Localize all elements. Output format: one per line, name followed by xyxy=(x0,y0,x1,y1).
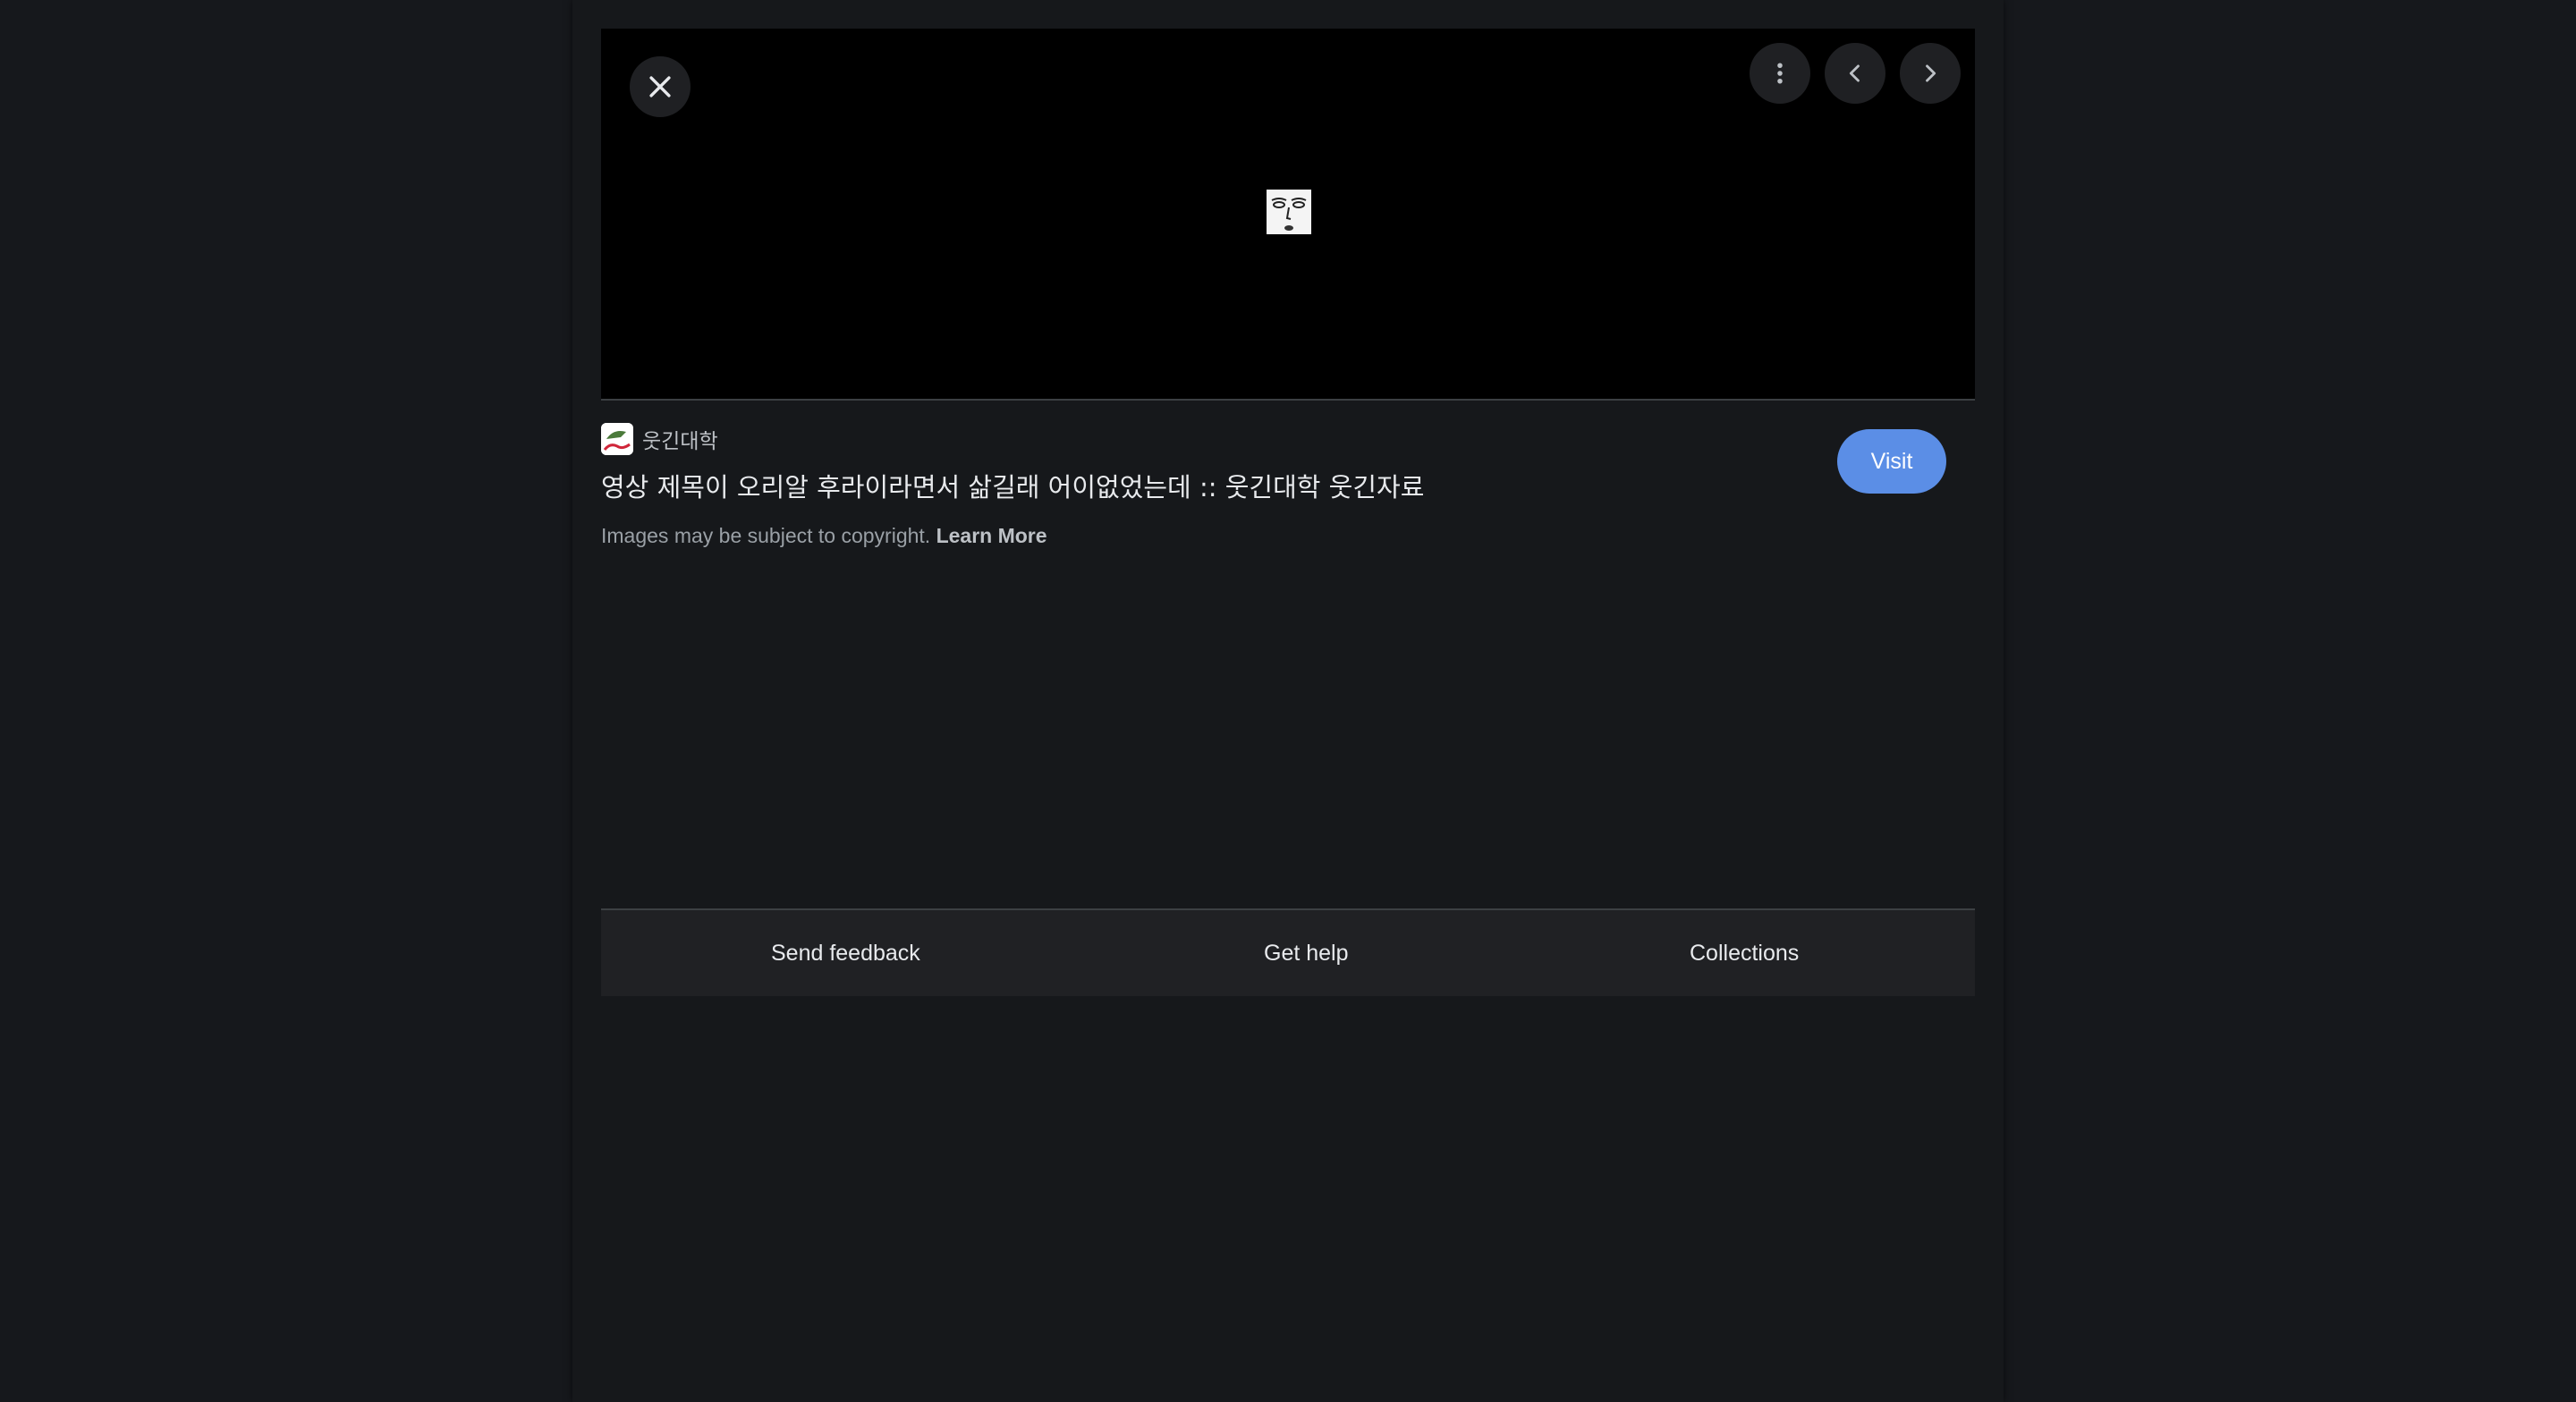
source-row[interactable]: 웃긴대학 xyxy=(601,422,718,456)
more-vert-icon xyxy=(1777,63,1783,84)
learn-more-link[interactable]: Learn More xyxy=(936,524,1047,547)
face-drawing-image xyxy=(1267,190,1311,234)
send-feedback-link[interactable]: Send feedback xyxy=(771,910,920,996)
close-icon xyxy=(649,76,671,97)
site-favicon-icon xyxy=(601,423,633,455)
site-name[interactable]: 웃긴대학 xyxy=(642,424,718,454)
collections-link[interactable]: Collections xyxy=(1690,910,1799,996)
more-options-button[interactable] xyxy=(1750,43,1810,104)
result-title[interactable]: 영상 제목이 오리알 후라이라면서 삶길래 어이없었는데 :: 웃긴대학 웃긴자… xyxy=(601,467,1424,504)
footer-bar: Send feedback Get help Collections xyxy=(601,908,1975,996)
previous-image-button[interactable] xyxy=(1825,43,1885,104)
next-image-button[interactable] xyxy=(1900,43,1961,104)
chevron-right-icon xyxy=(1926,64,1936,82)
image-viewer xyxy=(601,29,1975,401)
preview-image[interactable] xyxy=(1267,190,1311,234)
chevron-left-icon xyxy=(1849,64,1860,82)
get-help-link[interactable]: Get help xyxy=(1264,910,1349,996)
visit-button[interactable]: Visit xyxy=(1837,429,1946,494)
copyright-notice: Images may be subject to copyright. Lear… xyxy=(601,524,1047,548)
close-button[interactable] xyxy=(630,56,691,117)
copyright-text: Images may be subject to copyright. xyxy=(601,524,931,547)
